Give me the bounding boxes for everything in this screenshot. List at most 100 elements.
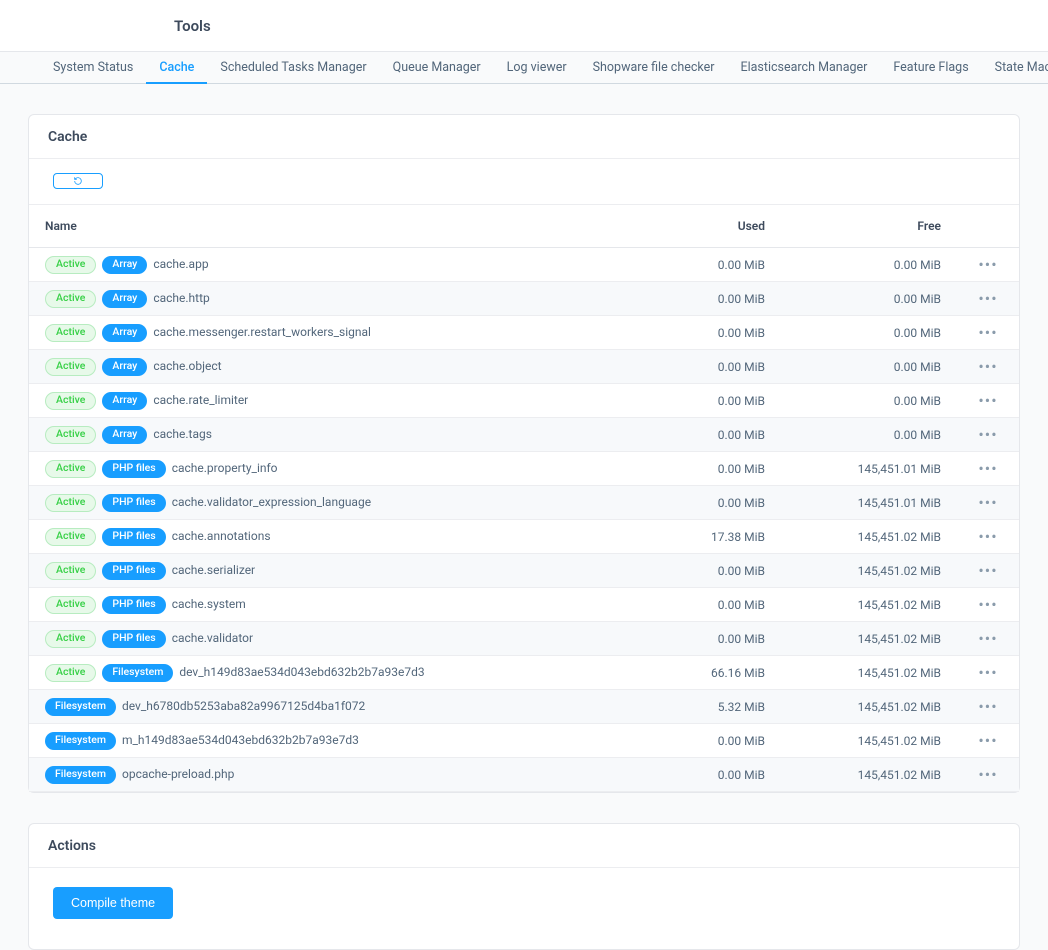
tab-queue-manager[interactable]: Queue Manager — [380, 52, 494, 84]
status-badge: Active — [45, 528, 96, 546]
more-actions-icon[interactable]: ••• — [978, 289, 997, 308]
more-actions-icon[interactable]: ••• — [978, 765, 997, 784]
cell-name: ActivePHP filescache.validator_expressio… — [29, 486, 649, 520]
more-actions-icon[interactable]: ••• — [978, 425, 997, 444]
cell-free: 145,451.01 MiB — [781, 486, 957, 520]
status-badge: Active — [45, 290, 96, 308]
table-row: ActiveArraycache.app0.00 MiB0.00 MiB••• — [29, 248, 1019, 282]
cell-used: 0.00 MiB — [649, 452, 781, 486]
more-actions-icon[interactable]: ••• — [978, 595, 997, 614]
status-badge: Active — [45, 630, 96, 648]
cell-free: 145,451.02 MiB — [781, 724, 957, 758]
table-row: ActiveArraycache.messenger.restart_worke… — [29, 316, 1019, 350]
more-actions-icon[interactable]: ••• — [978, 493, 997, 512]
cell-used: 0.00 MiB — [649, 248, 781, 282]
status-badge: Active — [45, 562, 96, 580]
cache-entry-name: cache.object — [153, 358, 221, 372]
tab-cache[interactable]: Cache — [146, 52, 207, 84]
cell-used: 0.00 MiB — [649, 622, 781, 656]
cell-actions: ••• — [957, 316, 1019, 350]
column-header-name[interactable]: Name — [29, 205, 649, 248]
cell-actions: ••• — [957, 724, 1019, 758]
tab-system-status[interactable]: System Status — [40, 52, 146, 84]
cache-entry-name: dev_h6780db5253aba82a9967125d4ba1f072 — [122, 698, 365, 712]
cache-entry-name: dev_h149d83ae534d043ebd632b2b7a93e7d3 — [179, 664, 424, 678]
tab-state-machine-viewer[interactable]: State Machine Viewer — [982, 52, 1048, 84]
more-actions-icon[interactable]: ••• — [978, 527, 997, 546]
type-badge: Filesystem — [45, 698, 116, 716]
cell-free: 145,451.01 MiB — [781, 452, 957, 486]
status-badge: Active — [45, 256, 96, 274]
table-row: ActiveArraycache.http0.00 MiB0.00 MiB••• — [29, 282, 1019, 316]
cache-entry-name: cache.messenger.restart_workers_signal — [153, 324, 371, 338]
cache-table: Name Used Free ActiveArraycache.app0.00 … — [29, 205, 1019, 792]
cache-entry-name: cache.serializer — [172, 562, 255, 576]
table-row: ActivePHP filescache.validator0.00 MiB14… — [29, 622, 1019, 656]
cell-used: 0.00 MiB — [649, 282, 781, 316]
cache-entry-name: cache.annotations — [172, 528, 271, 542]
type-badge: Array — [102, 324, 147, 342]
cell-name: Filesystem opcache-preload.php — [29, 758, 649, 792]
page-title: Tools — [174, 17, 211, 35]
table-row: Filesystemopcache-preload.php0.00 MiB145… — [29, 758, 1019, 792]
table-row: ActiveFilesystemdev_h149d83ae534d043ebd6… — [29, 656, 1019, 690]
cell-actions: ••• — [957, 588, 1019, 622]
cell-free: 145,451.02 MiB — [781, 656, 957, 690]
cache-toolbar — [29, 159, 1019, 205]
cell-free: 0.00 MiB — [781, 350, 957, 384]
more-actions-icon[interactable]: ••• — [978, 697, 997, 716]
status-badge: Active — [45, 596, 96, 614]
tab-feature-flags[interactable]: Feature Flags — [880, 52, 981, 84]
refresh-button[interactable] — [53, 173, 103, 189]
more-actions-icon[interactable]: ••• — [978, 391, 997, 410]
cell-name: Active PHP files cache.annotations — [29, 520, 649, 554]
tab-elasticsearch-manager[interactable]: Elasticsearch Manager — [727, 52, 880, 84]
cell-used: 0.00 MiB — [649, 316, 781, 350]
tab-scheduled-tasks-manager[interactable]: Scheduled Tasks Manager — [207, 52, 379, 84]
cell-used: 0.00 MiB — [649, 554, 781, 588]
cell-free: 0.00 MiB — [781, 282, 957, 316]
tab-shopware-file-checker[interactable]: Shopware file checker — [580, 52, 728, 84]
more-actions-icon[interactable]: ••• — [978, 255, 997, 274]
more-actions-icon[interactable]: ••• — [978, 731, 997, 750]
type-badge: PHP files — [102, 562, 165, 580]
type-badge: Filesystem — [45, 766, 116, 784]
cell-name: ActiveFilesystemdev_h149d83ae534d043ebd6… — [29, 656, 649, 690]
tab-log-viewer[interactable]: Log viewer — [494, 52, 580, 84]
status-badge: Active — [45, 358, 96, 376]
more-actions-icon[interactable]: ••• — [978, 459, 997, 478]
cell-used: 0.00 MiB — [649, 758, 781, 792]
more-actions-icon[interactable]: ••• — [978, 629, 997, 648]
cell-free: 0.00 MiB — [781, 384, 957, 418]
cell-free: 145,451.02 MiB — [781, 520, 957, 554]
cell-used: 66.16 MiB — [649, 656, 781, 690]
table-row: ActivePHP filescache.property_info0.00 M… — [29, 452, 1019, 486]
column-header-free[interactable]: Free — [781, 205, 957, 248]
type-badge: PHP files — [102, 528, 165, 546]
cache-entry-name: opcache-preload.php — [122, 766, 234, 780]
status-badge: Active — [45, 494, 96, 512]
compile-theme-button[interactable]: Compile theme — [53, 887, 173, 919]
cell-actions: ••• — [957, 282, 1019, 316]
type-badge: Array — [102, 290, 147, 308]
cell-actions: ••• — [957, 554, 1019, 588]
more-actions-icon[interactable]: ••• — [978, 357, 997, 376]
cell-name: Filesystemm_h149d83ae534d043ebd632b2b7a9… — [29, 724, 649, 758]
cell-used: 0.00 MiB — [649, 418, 781, 452]
type-badge: Array — [102, 426, 147, 444]
type-badge: PHP files — [102, 630, 165, 648]
cache-entry-name: cache.system — [172, 596, 246, 610]
cache-entry-name: cache.property_info — [172, 460, 278, 474]
more-actions-icon[interactable]: ••• — [978, 561, 997, 580]
cell-name: ActivePHP filescache.validator — [29, 622, 649, 656]
cell-actions: ••• — [957, 418, 1019, 452]
cell-free: 145,451.02 MiB — [781, 690, 957, 724]
table-row: ActiveArraycache.rate_limiter0.00 MiB0.0… — [29, 384, 1019, 418]
refresh-icon — [73, 176, 83, 186]
more-actions-icon[interactable]: ••• — [978, 663, 997, 682]
more-actions-icon[interactable]: ••• — [978, 323, 997, 342]
type-badge: Filesystem — [45, 732, 116, 750]
column-header-used[interactable]: Used — [649, 205, 781, 248]
cell-used: 5.32 MiB — [649, 690, 781, 724]
cell-name: ActiveArraycache.object — [29, 350, 649, 384]
